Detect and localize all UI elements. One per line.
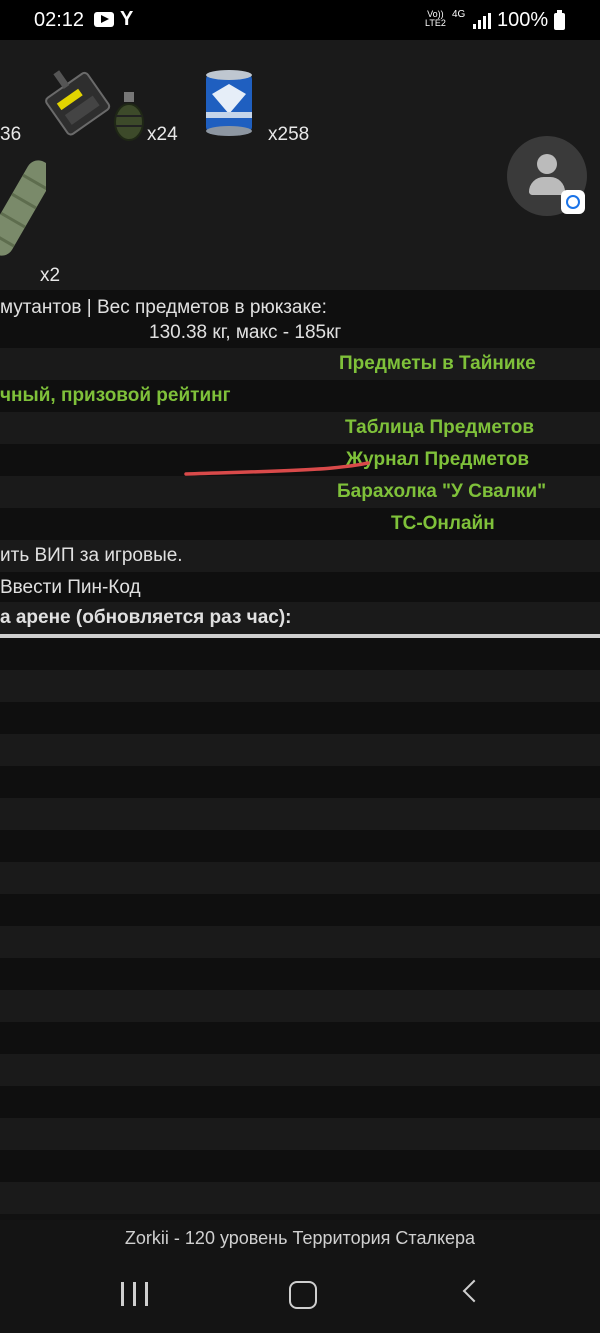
page-content: 36 x24 x258 x2 мутантов | Вес предметов … xyxy=(0,40,600,1220)
battery-percent: 100% xyxy=(497,9,549,31)
weight-info-line-1: мутантов | Вес предметов в рюкзаке: xyxy=(0,297,327,318)
avatar-icon xyxy=(529,177,565,195)
bandage-roll-icon[interactable] xyxy=(0,148,46,260)
table-row xyxy=(0,1086,600,1118)
items-journal-link[interactable]: Журнал Предметов xyxy=(346,449,529,471)
weight-info-row: мутантов | Вес предметов в рюкзаке: 130.… xyxy=(0,290,600,348)
table-row xyxy=(0,862,600,894)
ts-online-link[interactable]: ТС-Онлайн xyxy=(391,513,495,535)
network-type: 4G xyxy=(452,9,466,20)
canned-food-icon[interactable] xyxy=(202,68,256,138)
item-count-4: x2 xyxy=(40,265,61,286)
y-app-icon: Y xyxy=(120,8,134,30)
back-icon[interactable] xyxy=(462,1279,486,1303)
table-row xyxy=(0,1182,600,1214)
link-row-stash: Предметы в Тайнике xyxy=(0,348,600,380)
signal-icon xyxy=(473,13,491,29)
link-row-market: Барахолка "У Свалки" xyxy=(0,476,600,508)
avatar-head xyxy=(537,154,557,174)
arena-header-row: а арене (обновляется раз час): xyxy=(0,602,600,634)
table-row xyxy=(0,1054,600,1086)
link-row-rating: чный, призовой рейтинг xyxy=(0,380,600,412)
table-row xyxy=(0,766,600,798)
link-row-table: Таблица Предметов xyxy=(0,412,600,444)
bottom-bar: Zorkii - 120 уровень Территория Сталкера xyxy=(0,1220,600,1333)
arena-header: а арене (обновляется раз час): xyxy=(0,607,292,628)
clock: 02:12 xyxy=(34,9,85,31)
floating-avatar-button[interactable] xyxy=(507,136,587,216)
red-annotation-stroke xyxy=(184,461,370,476)
table-row xyxy=(0,958,600,990)
table-row xyxy=(0,1022,600,1054)
battery-icon xyxy=(554,10,565,30)
buy-vip-link[interactable]: ить ВИП за игровые. xyxy=(0,545,183,567)
flea-market-link[interactable]: Барахолка "У Свалки" xyxy=(337,481,546,503)
enter-pin-link[interactable]: Ввести Пин-Код xyxy=(0,577,141,599)
link-row-ts: ТС-Онлайн xyxy=(0,508,600,540)
table-row xyxy=(0,670,600,702)
prize-rating-link[interactable]: чный, призовой рейтинг xyxy=(0,385,231,407)
volte-line-2: LTE2 xyxy=(425,18,446,28)
recent-apps-icon[interactable] xyxy=(121,1282,149,1306)
pin-row: Ввести Пин-Код xyxy=(0,572,600,604)
table-row xyxy=(0,734,600,766)
table-row xyxy=(0,830,600,862)
table-row xyxy=(0,798,600,830)
weight-info-line-2: 130.38 кг, макс - 185кг xyxy=(149,322,342,343)
player-caption: Zorkii - 120 уровень Территория Сталкера xyxy=(124,1228,476,1248)
sync-badge-icon xyxy=(561,190,585,214)
volte-indicator: Vo)) LTE2 xyxy=(425,10,446,28)
item-count-2: x24 xyxy=(147,124,178,145)
items-table-link[interactable]: Таблица Предметов xyxy=(345,417,534,439)
table-row xyxy=(0,702,600,734)
vip-row: ить ВИП за игровые. xyxy=(0,540,600,572)
status-bar: 02:12 Y Vo)) LTE2 4G 100% xyxy=(0,0,600,40)
stash-items-link[interactable]: Предметы в Тайнике xyxy=(339,353,536,375)
table-row xyxy=(0,926,600,958)
table-row xyxy=(0,638,600,670)
table-row xyxy=(0,1150,600,1182)
youtube-icon xyxy=(94,12,114,27)
item-count-3: x258 xyxy=(268,124,310,145)
grenade-icon[interactable] xyxy=(110,90,148,144)
table-row xyxy=(0,1118,600,1150)
table-row xyxy=(0,894,600,926)
home-icon[interactable] xyxy=(289,1281,317,1309)
item-count-1: 36 xyxy=(0,124,22,145)
table-row xyxy=(0,990,600,1022)
